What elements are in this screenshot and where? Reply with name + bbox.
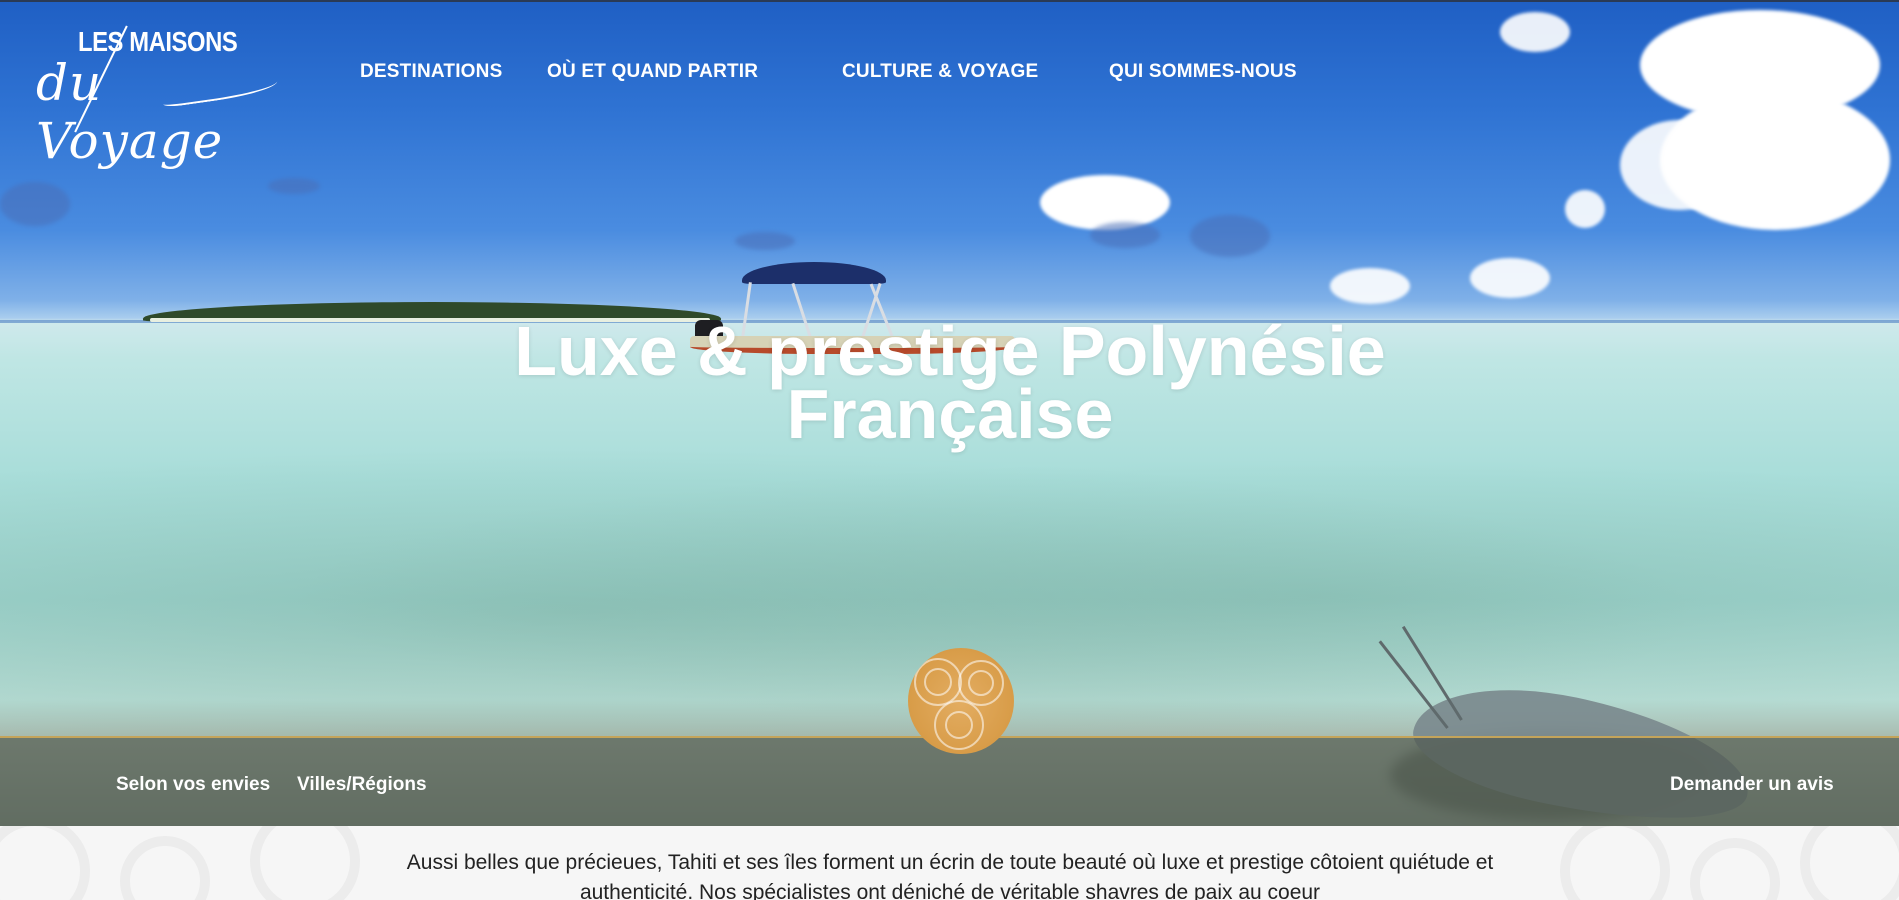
background-pattern <box>0 826 90 900</box>
cloud <box>1040 175 1170 230</box>
background-pattern <box>1690 838 1780 900</box>
cloud <box>268 178 320 194</box>
cloud <box>1500 12 1570 52</box>
cloud <box>735 232 795 250</box>
cloud <box>1190 215 1270 257</box>
intro-section: Aussi belles que précieues, Tahiti et se… <box>0 826 1899 900</box>
emblem-ring <box>968 670 994 696</box>
background-pattern <box>1560 826 1670 900</box>
boat-canopy <box>742 262 886 284</box>
cloud <box>1565 190 1605 228</box>
background-pattern <box>250 826 360 900</box>
subnav-selon-vos-envies[interactable]: Selon vos envies <box>116 774 270 796</box>
background-pattern <box>120 836 210 900</box>
spiral-emblem-icon <box>908 648 1014 754</box>
top-border <box>0 0 1899 2</box>
page-title: Luxe & prestige Polynésie Française <box>514 312 1386 453</box>
nav-culture-voyage[interactable]: CULTURE & VOYAGE <box>842 61 1038 83</box>
cloud <box>1620 120 1740 210</box>
request-advice-link[interactable]: Demander un avis <box>1670 774 1834 796</box>
main-nav: DESTINATIONS OÙ ET QUAND PARTIR CULTURE … <box>0 61 1400 87</box>
emblem-ring <box>945 711 973 739</box>
cloud <box>0 182 70 226</box>
nav-qui-sommes-nous[interactable]: QUI SOMMES-NOUS <box>1109 61 1297 83</box>
emblem-ring <box>924 668 952 696</box>
nav-destinations[interactable]: DESTINATIONS <box>360 61 502 83</box>
background-pattern <box>1800 826 1899 900</box>
nav-ou-et-quand-partir[interactable]: OÙ ET QUAND PARTIR <box>547 61 758 83</box>
subnav-villes-regions[interactable]: Villes/Régions <box>297 774 427 796</box>
intro-paragraph: Aussi belles que précieues, Tahiti et se… <box>406 851 1494 900</box>
cloud <box>1470 258 1550 298</box>
cloud <box>1090 222 1160 248</box>
cloud <box>1330 268 1410 304</box>
